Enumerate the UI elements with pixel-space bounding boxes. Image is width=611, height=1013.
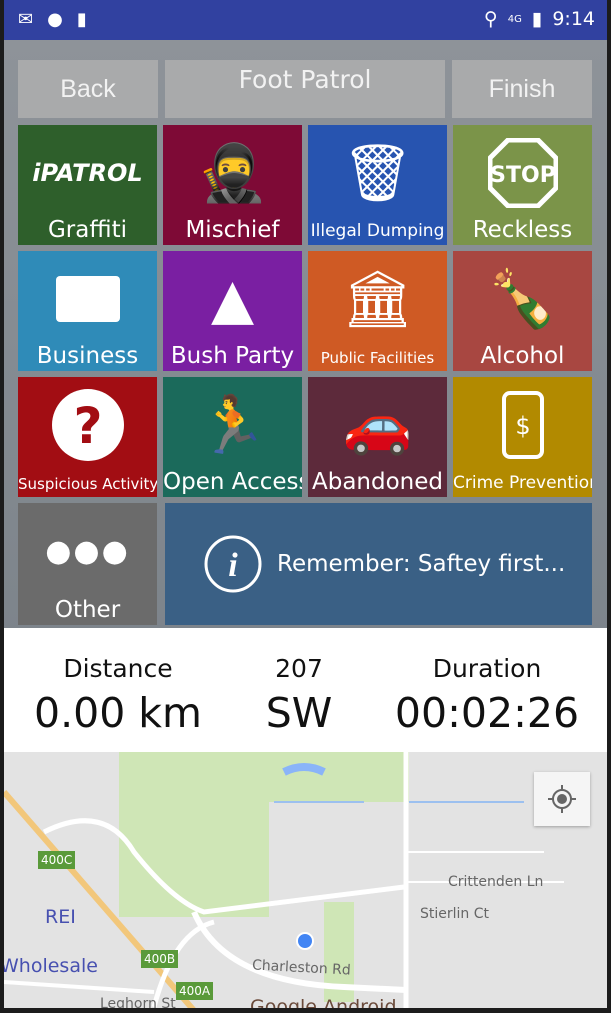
street-label: Crittenden Ln bbox=[448, 874, 544, 890]
poi-label[interactable]: Wholesale bbox=[4, 955, 98, 977]
map-watermark: Google Android bbox=[250, 996, 397, 1008]
briefcase-icon bbox=[18, 259, 157, 339]
heading-degrees: 207 bbox=[275, 654, 323, 683]
tile-alcohol[interactable]: 🍾 Alcohol bbox=[453, 251, 592, 371]
info-banner: i Remember: Saftey first... bbox=[165, 503, 592, 625]
svg-text:STOP: STOP bbox=[490, 163, 556, 188]
trash-can-icon: 🗑 bbox=[341, 141, 414, 206]
phone-dollar-icon: $ bbox=[453, 385, 592, 465]
duration-label: Duration bbox=[432, 654, 542, 683]
highway-shield: 400C bbox=[38, 851, 76, 869]
tile-business[interactable]: Business bbox=[18, 251, 157, 371]
app-screen: ✉ ● ▮ ⚲ 4G ▮ 9:14 Back Foot Patrol Finis… bbox=[4, 0, 607, 1008]
page-title: Foot Patrol bbox=[165, 60, 445, 118]
back-button[interactable]: Back bbox=[18, 60, 158, 118]
distance-label: Distance bbox=[63, 654, 173, 683]
tile-illegal-dumping[interactable]: 🗑 Illegal Dumping bbox=[308, 125, 447, 245]
tile-bush-party[interactable]: ▲ Bush Party bbox=[163, 251, 302, 371]
battery-charging-icon: ▮ bbox=[531, 8, 543, 30]
tile-label: Crime Prevention bbox=[453, 473, 592, 493]
finish-button[interactable]: Finish bbox=[452, 60, 592, 118]
party-hat-icon: ▲ bbox=[210, 266, 255, 332]
poi-label[interactable]: REI bbox=[45, 906, 76, 928]
tile-mischief[interactable]: 🥷 Mischief bbox=[163, 125, 302, 245]
my-location-button[interactable] bbox=[534, 772, 590, 826]
status-bar: ✉ ● ▮ ⚲ 4G ▮ 9:14 bbox=[4, 0, 607, 40]
heading-value: SW bbox=[265, 689, 333, 737]
ipatrol-logo-icon: iPATROL bbox=[32, 159, 143, 187]
tile-crime-prevention[interactable]: $ Crime Prevention bbox=[453, 377, 592, 497]
tile-suspicious-activity[interactable]: ? Suspicious Activity bbox=[18, 377, 157, 497]
my-location-icon bbox=[548, 785, 576, 813]
mail-icon: ✉ bbox=[18, 9, 34, 30]
info-text: Remember: Saftey first... bbox=[277, 551, 566, 577]
tile-label: Mischief bbox=[185, 217, 280, 243]
tile-label: Graffiti bbox=[47, 217, 128, 243]
map-view[interactable]: 400C 400B 400A Crittenden Ln Stierlin Ct… bbox=[4, 752, 607, 1008]
svg-text:$: $ bbox=[515, 412, 530, 440]
clock: 9:14 bbox=[552, 8, 595, 30]
keyhole-icon: ● bbox=[47, 9, 63, 30]
tile-graffiti[interactable]: iPATROL Graffiti bbox=[18, 125, 157, 245]
signal-4g-icon: 4G bbox=[507, 13, 522, 25]
info-icon: i bbox=[204, 535, 262, 593]
distance-value: 0.00 km bbox=[33, 689, 202, 737]
tile-label: Illegal Dumping bbox=[310, 221, 445, 241]
car-icon: 🚗 bbox=[342, 393, 413, 458]
street-label: Stierlin Ct bbox=[420, 906, 490, 922]
tile-label: Suspicious Activity bbox=[18, 475, 157, 493]
tile-label: Public Facilities bbox=[320, 349, 435, 367]
tile-public-facilities[interactable]: 🏛 Public Facilities bbox=[308, 251, 447, 371]
svg-text:?: ? bbox=[73, 397, 102, 455]
exit-door-icon: 🏃 bbox=[197, 393, 268, 458]
current-location-dot bbox=[296, 932, 314, 950]
svg-text:i: i bbox=[228, 547, 238, 584]
highway-shield: 400B bbox=[141, 950, 179, 968]
tile-label: Other bbox=[54, 597, 121, 623]
question-icon: ? bbox=[18, 385, 157, 465]
sd-card-icon: ▮ bbox=[76, 9, 87, 30]
patrol-stats: Distance 0.00 km 207 SW Duration 00:02:26 bbox=[4, 628, 607, 752]
tile-label: Reckless bbox=[472, 217, 573, 243]
masked-thief-icon: 🥷 bbox=[197, 141, 268, 206]
tile-label: Alcohol bbox=[480, 343, 565, 369]
street-label: Leghorn St bbox=[100, 996, 176, 1008]
tile-label: Open Access bbox=[163, 469, 302, 495]
tile-open-access[interactable]: 🏃 Open Access bbox=[163, 377, 302, 497]
tile-other[interactable]: ●●● Other bbox=[18, 503, 157, 625]
duration-value: 00:02:26 bbox=[394, 689, 580, 737]
tile-abandoned[interactable]: 🚗 Abandoned bbox=[308, 377, 447, 497]
location-icon: ⚲ bbox=[483, 8, 498, 30]
tile-reckless[interactable]: STOP Reckless bbox=[453, 125, 592, 245]
tile-label: Bush Party bbox=[170, 343, 295, 369]
tile-label: Business bbox=[36, 343, 139, 369]
building-icon: 🏛 bbox=[341, 267, 414, 332]
tile-label: Abandoned bbox=[311, 469, 443, 495]
more-dots-icon: ●●● bbox=[45, 533, 130, 569]
highway-shield: 400A bbox=[176, 982, 214, 1000]
stop-sign-icon: STOP bbox=[453, 133, 592, 213]
bottle-icon: 🍾 bbox=[487, 267, 558, 332]
